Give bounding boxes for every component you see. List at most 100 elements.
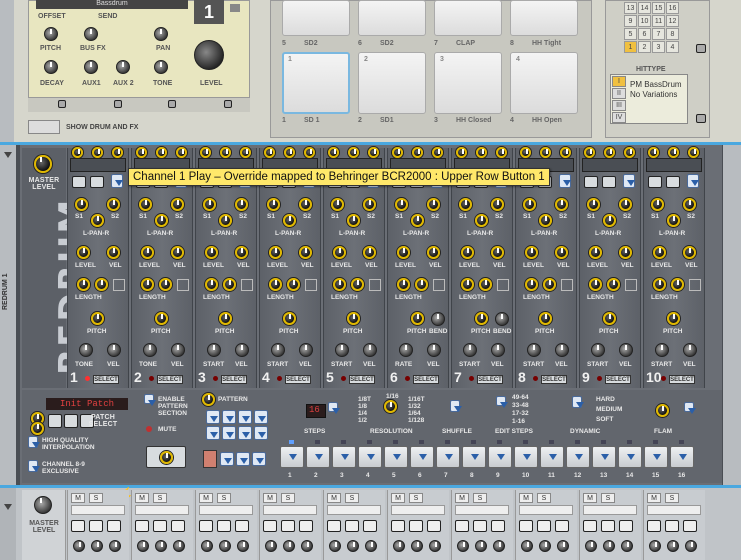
mixer-knob[interactable] [685,540,697,552]
mixer-knob[interactable] [393,540,405,552]
mixer-button[interactable] [199,520,213,532]
pitch-knob[interactable] [155,312,168,325]
mixer-m-button[interactable]: M [135,493,149,503]
s1-knob[interactable] [587,198,600,211]
mixer-knob[interactable] [155,540,167,552]
resolution-option[interactable]: 1/128 [408,417,424,424]
mixer-button[interactable] [519,520,533,532]
tone-knob[interactable] [399,343,413,357]
bend-knob[interactable] [431,312,445,326]
vel2-knob[interactable] [427,343,441,357]
pitch-knob[interactable] [539,312,552,325]
mixer-knob[interactable] [329,540,341,552]
mixer-button[interactable] [409,520,423,532]
pan-knob[interactable] [539,214,552,227]
mixer-button[interactable] [171,520,185,532]
tone-knob[interactable] [207,343,221,357]
mixer-knob[interactable] [91,540,103,552]
mute-button[interactable] [72,176,86,188]
pan-knob[interactable] [219,214,232,227]
mixer-button[interactable] [217,520,231,532]
bank-cell[interactable]: 9 [624,15,637,27]
pattern-knob[interactable] [202,393,215,406]
s1-knob[interactable] [267,198,280,211]
length-knob-2[interactable] [607,278,620,291]
play-knob[interactable] [584,147,595,158]
tone-knob[interactable] [154,60,168,74]
pan-knob[interactable] [603,214,616,227]
edit-step-option[interactable]: 33-48 [512,402,529,409]
flam-toggle[interactable] [684,402,696,414]
vel2-knob[interactable] [171,343,185,357]
play-knob[interactable] [304,147,315,158]
resolution-option[interactable]: 1/8T [358,396,371,403]
play-knob[interactable] [136,147,147,158]
bank-cell[interactable]: 3 [652,41,665,53]
prev-channel-button[interactable] [230,4,240,12]
level-knob[interactable] [653,246,666,259]
mixer-knob[interactable] [137,540,149,552]
mixer-knob[interactable] [219,540,231,552]
select-button[interactable]: SELECT [349,375,375,384]
mixer-s-button[interactable]: S [153,493,167,503]
play-knob[interactable] [624,147,635,158]
mixer-button[interactable] [107,520,121,532]
mute-button[interactable] [648,176,662,188]
mixer-knob[interactable] [521,540,533,552]
decay-gate-switch[interactable] [241,279,253,291]
mixer-button[interactable] [555,520,569,532]
play-knob[interactable] [348,147,359,158]
resolution-option[interactable]: 1/8 [358,403,367,410]
dynamic-option[interactable]: HARD [596,396,615,403]
dynamic-option[interactable]: MEDIUM [596,406,622,413]
play-knob[interactable] [456,147,467,158]
tone-knob[interactable] [655,343,669,357]
level-knob[interactable] [461,246,474,259]
drum-pad[interactable] [282,52,350,114]
vel2-knob[interactable] [107,343,121,357]
mixer-m-button[interactable]: M [263,493,277,503]
length-knob[interactable] [653,278,666,291]
play-knob[interactable] [412,147,423,158]
decay-knob[interactable] [44,60,58,74]
drum-pad[interactable] [510,0,578,36]
select-button[interactable]: SELECT [477,375,503,384]
pattern-select-button[interactable] [220,452,234,466]
mixer-button[interactable] [345,520,359,532]
enable-pattern-toggle[interactable] [144,394,156,406]
pattern-bank-button[interactable] [222,410,236,424]
play-knob[interactable] [112,147,123,158]
s1-knob[interactable] [203,198,216,211]
pattern-select-button[interactable] [252,452,266,466]
mixer-knob[interactable] [649,540,661,552]
select-button[interactable]: SELECT [413,375,439,384]
bank-cell[interactable]: 7 [652,28,665,40]
mixer-knob[interactable] [557,540,569,552]
mixer-knob[interactable] [73,540,85,552]
mixer-knob[interactable] [265,540,277,552]
length-knob[interactable] [525,278,538,291]
edit-step-option[interactable]: 17-32 [512,410,529,417]
length-knob[interactable] [77,278,90,291]
mixer-s-button[interactable]: S [601,493,615,503]
channel-arrow[interactable] [687,174,699,188]
resolution-option-current[interactable]: 1/16 [386,393,399,400]
mixer-knob[interactable] [603,540,615,552]
mixer-s-button[interactable]: S [409,493,423,503]
play-knob[interactable] [540,147,551,158]
hit-type-button[interactable]: I [612,76,626,87]
length-knob-2[interactable] [415,278,428,291]
patch-name-display[interactable]: Init Patch [46,398,128,410]
pitch-knob[interactable] [44,27,58,41]
play-knob[interactable] [240,147,251,158]
mixer-s-button[interactable]: S [537,493,551,503]
mixer-knob[interactable] [475,540,487,552]
length-knob-2[interactable] [671,278,684,291]
mixer-s-button[interactable]: S [473,493,487,503]
mixer-collapse-icon[interactable] [4,504,12,510]
bank-cell[interactable]: 13 [624,2,637,14]
pitch-knob[interactable] [411,312,424,325]
decay-gate-switch[interactable] [561,279,573,291]
length-knob-2[interactable] [159,278,172,291]
s2-knob[interactable] [683,198,696,211]
